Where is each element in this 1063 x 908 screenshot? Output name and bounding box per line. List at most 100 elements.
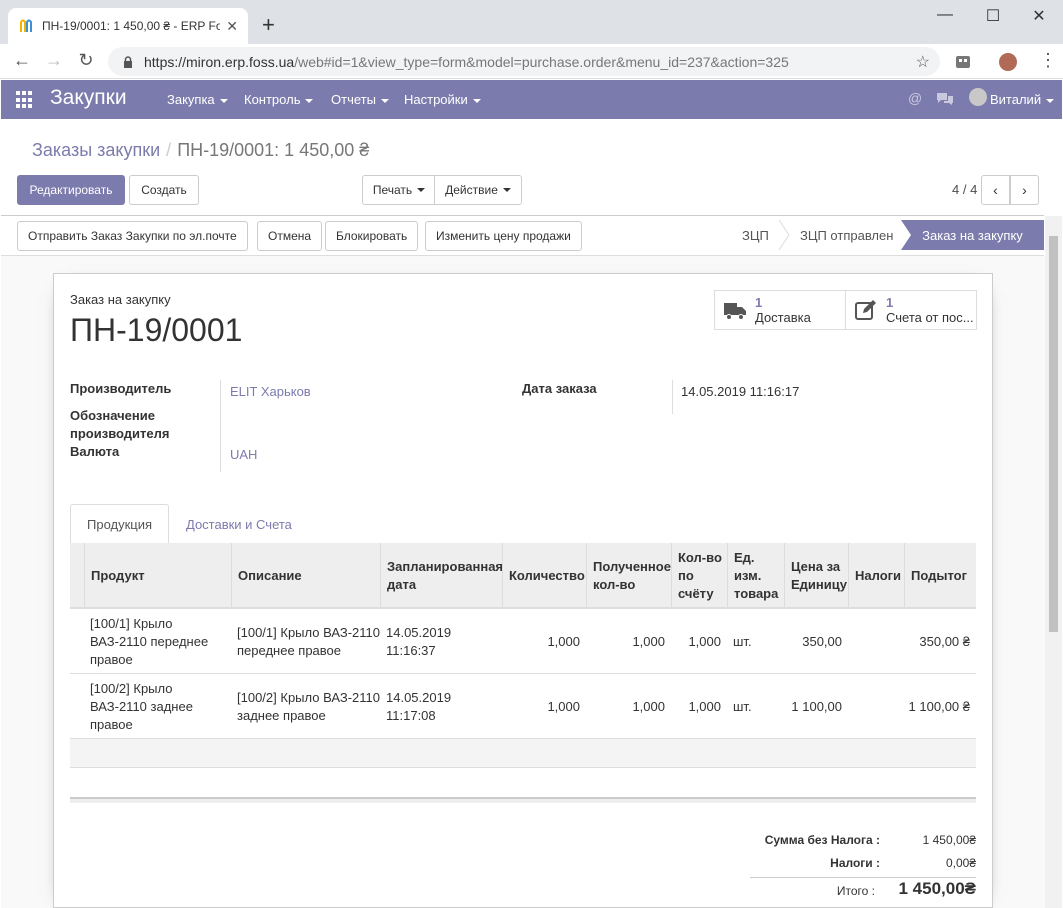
user-menu[interactable]: Виталий — [990, 92, 1055, 107]
lock-button[interactable]: Блокировать — [325, 221, 419, 251]
browser-tab-strip: ПН-19/0001: 1 450,00 ₴ - ERP Fo ✕ + — ☐ … — [0, 0, 1063, 44]
notebook-tabs: Продукция Доставки и Счета — [70, 504, 976, 544]
minimize-icon[interactable]: — — [922, 6, 968, 24]
control-panel: Заказы закупки / ПН-19/0001: 1 450,00 ₴ Ре… — [1, 119, 1044, 216]
lock-icon — [124, 55, 132, 68]
taxes-label: Налоги : — [830, 856, 880, 870]
currency-label: Валюта — [70, 444, 120, 459]
received-qty-cell: 1,000 — [632, 698, 665, 714]
unit-price-cell: 350,00 — [802, 633, 842, 649]
extension-icon[interactable] — [954, 53, 972, 71]
vendor-label: Производитель — [70, 381, 172, 396]
create-button[interactable]: Создать — [129, 175, 199, 205]
url-path: /web#id=1&view_type=form&model=purchase.… — [294, 53, 789, 70]
caret-down-icon — [219, 98, 228, 103]
column-header[interactable]: Количество — [502, 543, 586, 609]
menu-control[interactable]: Контроль — [244, 92, 314, 107]
mention-icon[interactable]: @ — [908, 90, 922, 106]
column-header[interactable]: Цена за Единицу — [784, 543, 848, 609]
quantity-cell: 1,000 — [547, 698, 580, 714]
form-sheet: Заказ на закупку ПН-19/0001 1 Доставка 1С… — [53, 273, 993, 908]
table-row[interactable]: [100/1] Крыло ВАЗ-2110 переднее правое [… — [70, 609, 976, 674]
column-header[interactable]: Продукт — [84, 543, 231, 609]
back-icon[interactable]: ← — [10, 50, 34, 71]
form-statusbar: Отправить Заказ Закупки по эл.почте Отме… — [1, 216, 1044, 256]
column-header[interactable]: Кол-во по счёту — [671, 543, 727, 609]
stage-rfq-sent[interactable]: ЗЦП отправлен — [800, 216, 893, 255]
caret-down-icon — [1046, 98, 1055, 103]
url-field[interactable]: https://miron.erp.foss.ua/web#id=1&view_… — [108, 47, 940, 76]
unit-price-cell: 1 100,00 — [791, 698, 842, 714]
caret-down-icon — [472, 98, 481, 103]
browser-menu-icon[interactable]: ⋮ — [1036, 50, 1060, 71]
reload-icon[interactable]: ↻ — [74, 50, 98, 71]
menu-settings[interactable]: Настройки — [404, 92, 481, 107]
taxes-value: 0,00₴ — [945, 856, 976, 870]
maximize-icon[interactable]: ☐ — [970, 6, 1016, 26]
address-bar: ← → ↻ https://miron.erp.foss.ua/web#id=1… — [0, 44, 1063, 79]
breadcrumb-parent[interactable]: Заказы закупки — [32, 140, 160, 160]
menu-reports[interactable]: Отчеты — [331, 92, 389, 107]
column-header[interactable]: Запланированная дата — [380, 543, 503, 609]
breadcrumb: Заказы закупки / ПН-19/0001: 1 450,00 ₴ — [32, 140, 370, 160]
scrollbar-thumb[interactable] — [1049, 236, 1058, 632]
product-cell: [100/2] Крыло ВАЗ-2110 заднее правое — [90, 680, 193, 732]
bookmark-star-icon[interactable]: ☆ — [916, 52, 930, 72]
stage-rfq[interactable]: ЗЦП — [742, 216, 769, 255]
pager-next-icon[interactable]: › — [1010, 175, 1039, 205]
taxes-cell — [848, 674, 904, 739]
order-date-value: 14.05.2019 11:16:17 — [681, 384, 800, 399]
column-header[interactable]: Полученное кол-во — [586, 543, 671, 609]
table-row[interactable]: [100/2] Крыло ВАЗ-2110 заднее правое [10… — [70, 674, 976, 739]
product-cell: [100/1] Крыло ВАЗ-2110 переднее правое — [90, 615, 209, 667]
browser-tab[interactable]: ПН-19/0001: 1 450,00 ₴ - ERP Fo ✕ — [8, 8, 248, 44]
page-scrollbar[interactable] — [1045, 216, 1062, 908]
edit-button[interactable]: Редактировать — [17, 175, 125, 205]
document-name: ПН-19/0001 — [70, 312, 243, 348]
cancel-button[interactable]: Отмена — [257, 221, 323, 251]
pager-previous-icon[interactable]: ‹ — [981, 175, 1010, 205]
tab-deliveries-invoices[interactable]: Доставки и Счета — [170, 504, 308, 544]
currency-value[interactable]: UAH — [230, 447, 257, 462]
bills-label: Счета от пос... — [886, 310, 974, 325]
send-email-button[interactable]: Отправить Заказ Закупки по эл.почте — [17, 221, 248, 251]
untaxed-amount-value: 1 450,00₴ — [922, 833, 976, 847]
description-cell: [100/1] Крыло ВАЗ-2110 переднее правое — [237, 624, 380, 658]
caret-down-icon — [502, 188, 511, 192]
vendor-bills-smart-button[interactable]: 1 Счета от пос... — [845, 290, 977, 330]
column-header[interactable]: Налоги — [848, 543, 904, 609]
close-window-icon[interactable]: ✕ — [1016, 6, 1062, 26]
tab-title: ПН-19/0001: 1 450,00 ₴ - ERP Fo — [42, 19, 221, 33]
user-avatar[interactable] — [969, 88, 987, 106]
url-host: https://miron.erp.foss.ua — [144, 53, 295, 70]
taxes-cell — [848, 609, 904, 674]
profile-avatar[interactable] — [999, 53, 1017, 71]
edit-document-icon — [855, 300, 876, 320]
menu-purchase[interactable]: Закупка — [167, 92, 228, 107]
quantity-cell: 1,000 — [547, 633, 580, 649]
bills-count: 1 — [886, 295, 894, 310]
column-header[interactable]: Ед. изм. товара — [727, 543, 784, 609]
action-button[interactable]: Действие — [434, 175, 522, 205]
main-navbar: Закупки Закупка Контроль Отчеты Настройк… — [1, 80, 1062, 119]
app-brand: Закупки — [50, 86, 127, 109]
stage-separator-icon — [778, 220, 790, 250]
chat-icon[interactable] — [936, 91, 954, 107]
change-sale-price-button[interactable]: Изменить цену продажи — [425, 221, 582, 251]
apps-grid-icon[interactable] — [16, 91, 34, 109]
close-tab-icon[interactable]: ✕ — [226, 18, 238, 35]
scheduled-date-cell: 14.05.2019 11:16:37 — [386, 624, 452, 658]
print-button[interactable]: Печать — [362, 175, 436, 205]
truck-icon — [724, 303, 746, 320]
total-value: 1 450,00₴ — [898, 879, 976, 898]
new-tab-icon[interactable]: + — [262, 14, 275, 36]
delivery-count: 1 — [755, 295, 763, 310]
tab-products[interactable]: Продукция — [70, 504, 170, 544]
column-header[interactable]: Подытог — [904, 543, 976, 609]
forward-icon[interactable]: → — [42, 50, 66, 71]
vendor-value[interactable]: ELIT Харьков — [230, 384, 311, 399]
empty-table-row — [70, 739, 976, 768]
stage-purchase-order[interactable]: Заказ на закупку — [901, 220, 1044, 250]
column-header[interactable]: Описание — [231, 543, 380, 609]
delivery-smart-button[interactable]: 1 Доставка — [714, 290, 846, 330]
